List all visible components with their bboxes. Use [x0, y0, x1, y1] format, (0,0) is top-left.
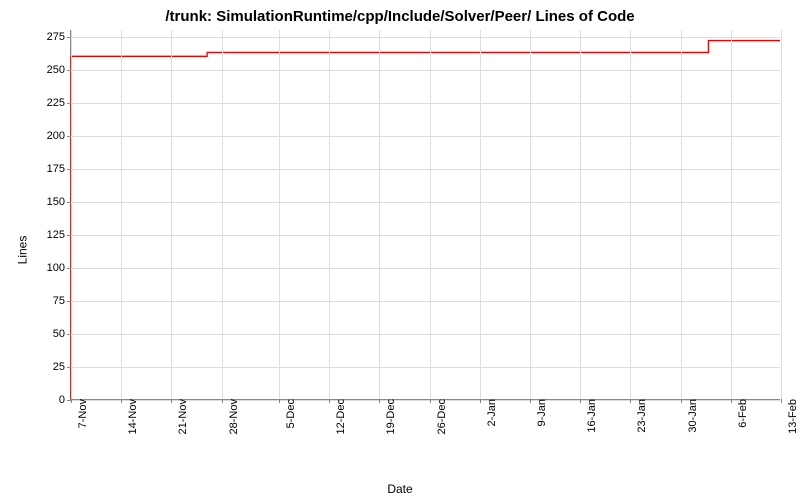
x-tick-label: 16-Jan: [580, 399, 598, 433]
grid-line-h: [71, 136, 780, 137]
grid-line-h: [71, 367, 780, 368]
x-tick-label: 9-Jan: [530, 399, 548, 427]
grid-line-h: [71, 235, 780, 236]
x-tick-label: 12-Dec: [329, 399, 347, 434]
grid-line-v: [279, 30, 280, 399]
x-tick-label: 2-Jan: [480, 399, 498, 427]
grid-line-v: [121, 30, 122, 399]
grid-line-v: [171, 30, 172, 399]
grid-line-v: [480, 30, 481, 399]
y-tick-label: 175: [47, 163, 71, 175]
chart-container: /trunk: SimulationRuntime/cpp/Include/So…: [0, 0, 800, 500]
x-tick-label: 23-Jan: [630, 399, 648, 433]
y-tick-label: 75: [53, 295, 71, 307]
x-axis-label: Date: [387, 482, 412, 496]
y-tick-label: 200: [47, 130, 71, 142]
y-tick-label: 150: [47, 196, 71, 208]
plot-area: 02550751001251501752002252502757-Nov14-N…: [70, 30, 780, 400]
x-tick-label: 19-Dec: [379, 399, 397, 434]
grid-line-v: [681, 30, 682, 399]
x-tick-label: 13-Feb: [781, 399, 799, 434]
x-tick-label: 6-Feb: [731, 399, 749, 428]
y-tick-label: 225: [47, 97, 71, 109]
grid-line-h: [71, 169, 780, 170]
y-tick-label: 0: [59, 394, 71, 406]
x-tick-label: 30-Jan: [681, 399, 699, 433]
grid-line-v: [71, 30, 72, 399]
grid-line-v: [580, 30, 581, 399]
grid-line-h: [71, 70, 780, 71]
y-axis-label: Lines: [15, 236, 29, 265]
y-tick-label: 25: [53, 361, 71, 373]
grid-line-v: [630, 30, 631, 399]
x-tick-label: 5-Dec: [279, 399, 297, 428]
y-tick-label: 100: [47, 262, 71, 274]
grid-line-v: [731, 30, 732, 399]
grid-line-v: [329, 30, 330, 399]
chart-title: /trunk: SimulationRuntime/cpp/Include/So…: [0, 0, 800, 25]
grid-line-h: [71, 37, 780, 38]
y-tick-label: 125: [47, 229, 71, 241]
y-tick-label: 250: [47, 64, 71, 76]
grid-line-h: [71, 103, 780, 104]
x-tick-label: 21-Nov: [171, 399, 189, 434]
x-tick-label: 14-Nov: [121, 399, 139, 434]
grid-line-v: [530, 30, 531, 399]
x-tick-label: 28-Nov: [222, 399, 240, 434]
y-tick-label: 50: [53, 328, 71, 340]
line-series: [71, 30, 780, 399]
grid-line-h: [71, 334, 780, 335]
grid-line-v: [430, 30, 431, 399]
x-tick-label: 7-Nov: [71, 399, 89, 428]
grid-line-v: [222, 30, 223, 399]
y-tick-label: 275: [47, 31, 71, 43]
grid-line-v: [781, 30, 782, 399]
grid-line-v: [379, 30, 380, 399]
grid-line-h: [71, 268, 780, 269]
x-tick-label: 26-Dec: [430, 399, 448, 434]
grid-line-h: [71, 202, 780, 203]
grid-line-h: [71, 301, 780, 302]
